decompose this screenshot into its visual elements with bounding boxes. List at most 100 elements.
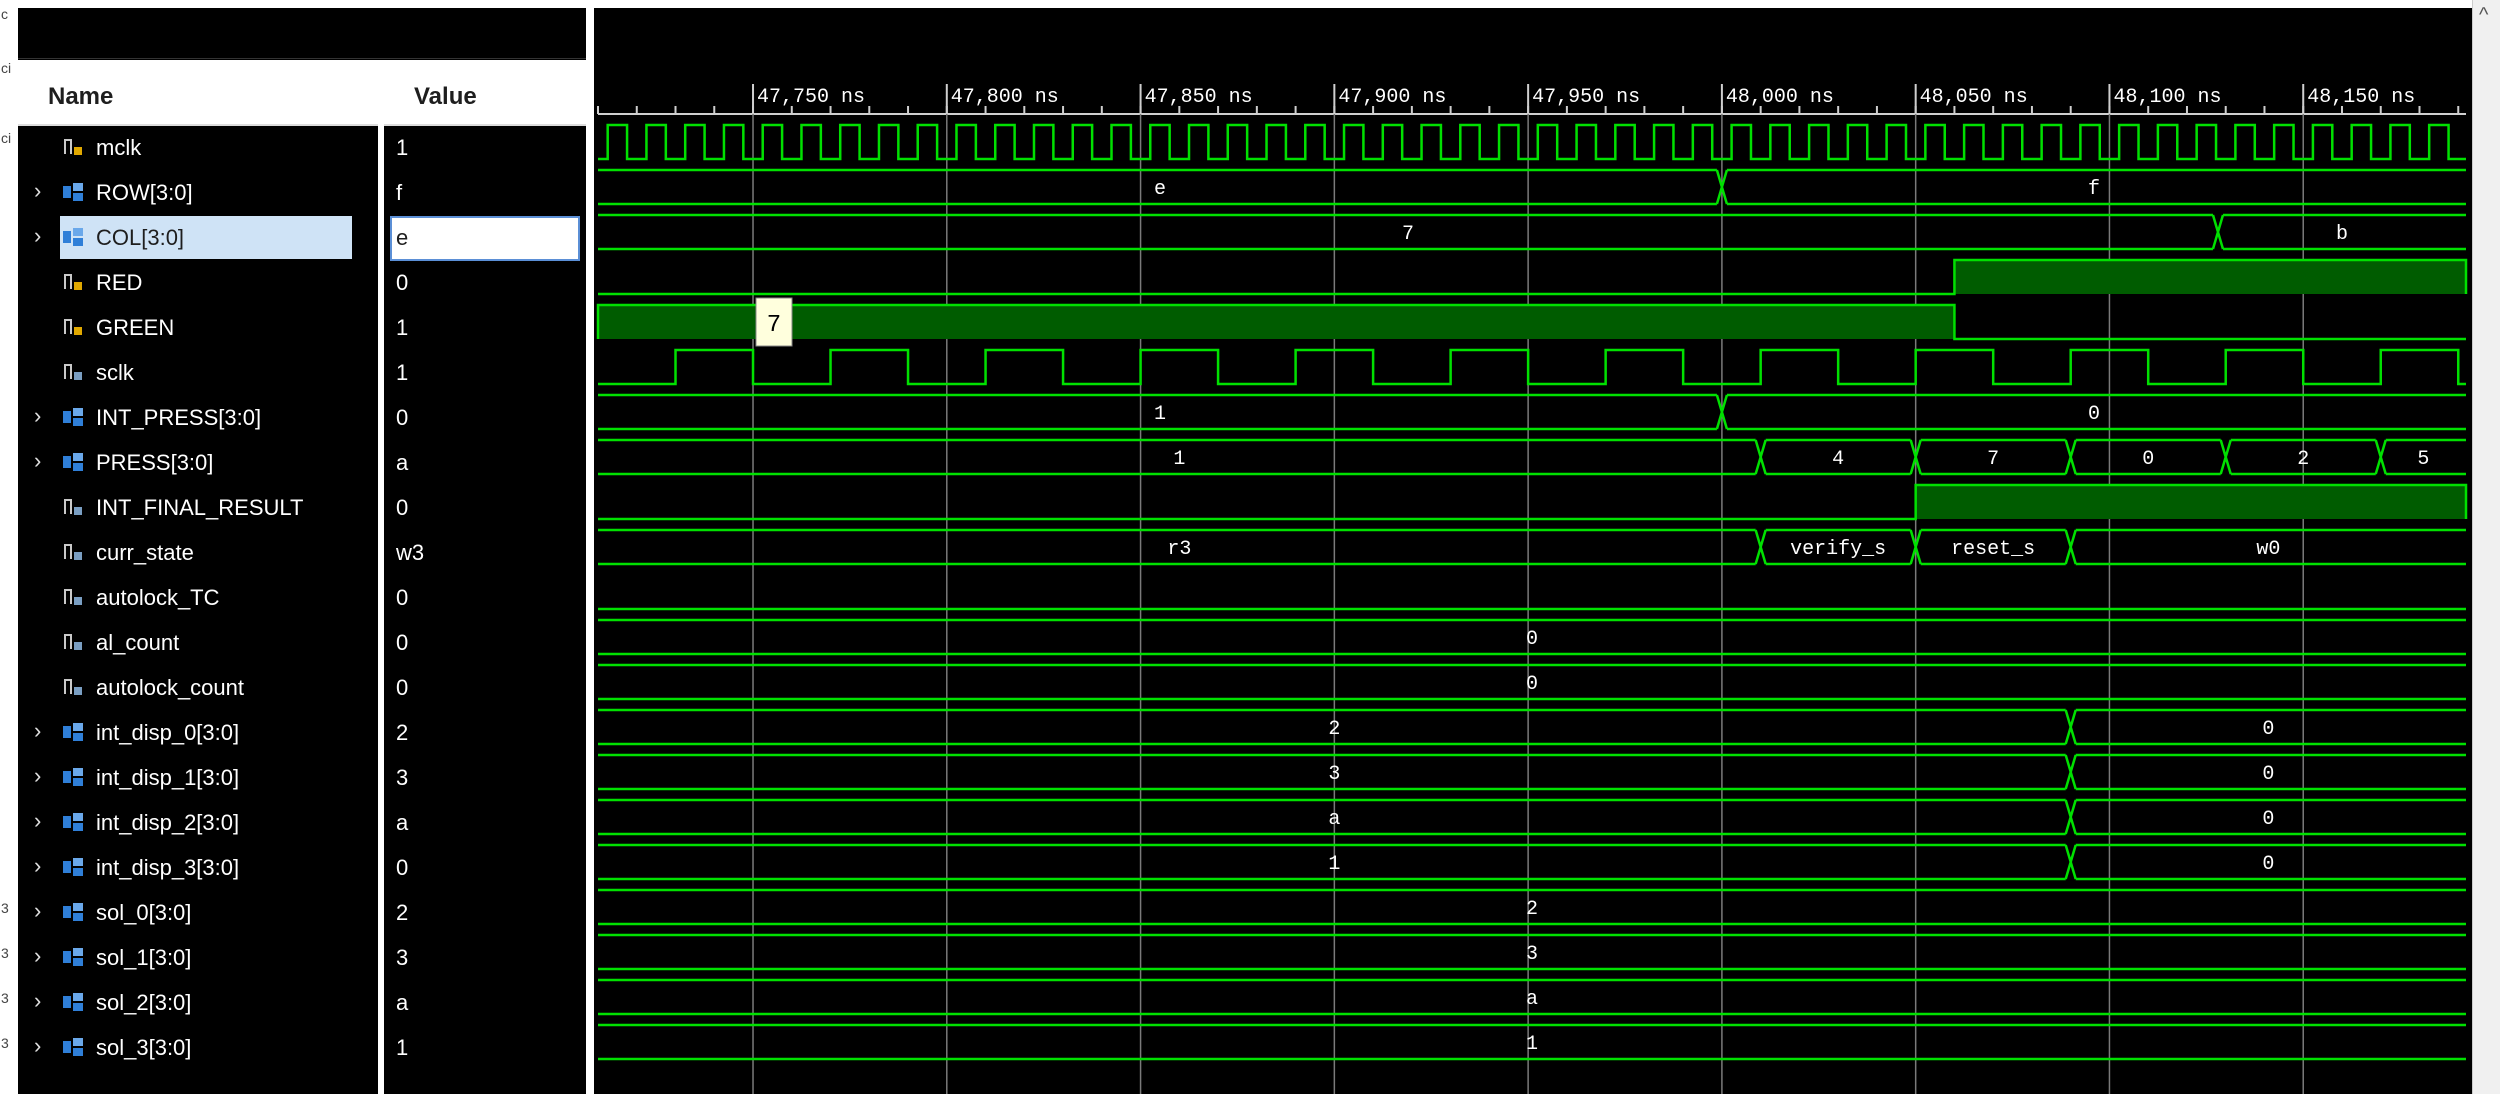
signal-row[interactable]: › int_disp_2[3:0] a [18,800,586,845]
signal-row[interactable]: GREEN 1 [18,305,586,350]
signal-name[interactable]: int_disp_2[3:0] [96,800,239,845]
expand-chevron-icon[interactable]: › [34,720,52,742]
signal-row[interactable]: autolock_TC 0 [18,575,586,620]
signal-name[interactable]: sol_2[3:0] [96,980,191,1025]
signal-value: 1 [396,315,409,340]
bus-value-label: 1 [1328,853,1340,876]
bus-transition [2064,439,2077,475]
waveform-panel[interactable]: 47,750 ns 47,800 ns 47,850 ns 47,900 ns 47,9… [594,8,2472,1094]
bus-value-label: 0 [2262,853,2274,876]
signal-row[interactable]: al_count 0 [18,620,586,665]
timeline-label: 47,850 ns [1145,86,1253,109]
signal-value: a [396,810,409,835]
signal-value: 2 [396,720,409,745]
bus-value-label: r3 [1167,538,1191,561]
left-edge-glyph: c [1,6,8,22]
signal-row[interactable]: › int_disp_3[3:0] 0 [18,845,586,890]
signal-name[interactable]: ROW[3:0] [96,170,193,215]
clock-waveform [598,348,2466,386]
bus-value-label: a [1526,988,1538,1011]
signal-name[interactable]: mclk [96,125,141,170]
signal-value: w3 [396,540,425,565]
bus-transition [2064,844,2077,880]
signal-name[interactable]: int_disp_1[3:0] [96,755,239,800]
expand-chevron-icon[interactable]: › [34,855,52,877]
signal-row[interactable]: autolock_count 0 [18,665,586,710]
signal-row[interactable]: › COL[3:0] e [18,215,586,261]
expand-chevron-icon[interactable]: › [34,810,52,832]
signal-name[interactable]: COL[3:0] [96,215,184,260]
bus-value-label: 4 [1832,448,1844,471]
signal-row[interactable]: › sol_0[3:0] 2 [18,890,586,935]
left-edge-glyph: ci [1,60,12,76]
signal-value: 0 [396,270,409,295]
signal-name[interactable]: GREEN [96,305,174,350]
signal-row[interactable]: › sol_3[3:0] 1 [18,1025,586,1070]
left-edge-glyph: 3 [1,900,9,916]
signal-name[interactable]: INT_FINAL_RESULT [96,485,303,530]
signal-name[interactable]: PRESS[3:0] [96,440,213,485]
signal-name[interactable]: sol_0[3:0] [96,890,191,935]
signal-value: 1 [396,1035,409,1060]
signal-name[interactable]: autolock_count [96,665,244,710]
bus-transition [1754,439,1767,475]
waveform-canvas[interactable]: 47,750 ns 47,800 ns 47,850 ns 47,900 ns 47,9… [594,8,2472,1094]
expand-chevron-icon[interactable]: › [34,405,52,427]
left-edge-glyph: 3 [1,1035,9,1051]
timeline-label: 47,750 ns [757,86,865,109]
expand-chevron-icon[interactable]: › [34,900,52,922]
bus-value-label: f [2088,178,2100,201]
signal-value: 0 [396,405,409,430]
signal-row[interactable]: › sol_2[3:0] a [18,980,586,1025]
bus-value-label: verify_s [1790,538,1886,561]
left-window-strip: c ci ci 3 3 3 3 [0,0,18,1094]
signal-row[interactable]: sclk 1 [18,350,586,395]
signal-icon [62,496,84,518]
signal-row[interactable]: mclk 1 [18,125,586,170]
signal-name[interactable]: sol_1[3:0] [96,935,191,980]
signal-row[interactable]: › PRESS[3:0] a [18,440,586,485]
panel-splitter[interactable] [586,0,594,1094]
bus-value-label: 5 [2417,448,2429,471]
signal-name[interactable]: RED [96,260,142,305]
expand-chevron-icon[interactable]: › [34,450,52,472]
signal-row[interactable]: › sol_1[3:0] 3 [18,935,586,980]
signal-row[interactable]: curr_state w3 [18,530,586,575]
signal-row[interactable]: INT_FINAL_RESULT 0 [18,485,586,530]
value-column-header[interactable]: Value [384,60,586,124]
signal-name[interactable]: autolock_TC [96,575,220,620]
signal-row[interactable]: › ROW[3:0] f [18,170,586,215]
scroll-up-icon[interactable]: ^ [2479,4,2488,27]
expand-chevron-icon[interactable]: › [34,765,52,787]
names-header: Name Value [18,60,586,126]
signal-name[interactable]: INT_PRESS[3:0] [96,395,261,440]
signal-row[interactable]: › int_disp_1[3:0] 3 [18,755,586,800]
signal-name[interactable]: sclk [96,350,134,395]
bus-value-label: 3 [1526,943,1538,966]
signal-row[interactable]: RED 0 [18,260,586,305]
vertical-scrollbar[interactable]: ^ [2472,0,2500,1094]
signal-name[interactable]: al_count [96,620,179,665]
signal-row[interactable]: › int_disp_0[3:0] 2 [18,710,586,755]
signal-name[interactable]: int_disp_3[3:0] [96,845,239,890]
signal-name[interactable]: int_disp_0[3:0] [96,710,239,755]
expand-chevron-icon[interactable]: › [34,945,52,967]
bus-value-label: 2 [1328,718,1340,741]
expand-chevron-icon[interactable]: › [34,1035,52,1057]
bus-icon [62,181,84,203]
expand-chevron-icon[interactable]: › [34,180,52,202]
bus-icon [62,901,84,923]
expand-chevron-icon[interactable]: › [34,990,52,1012]
bus-value-label: 1 [1154,403,1166,426]
timeline-label: 48,000 ns [1726,86,1834,109]
signal-name[interactable]: sol_3[3:0] [96,1025,191,1070]
bus-transition [1754,529,1767,565]
signal-name[interactable]: curr_state [96,530,194,575]
signal-value: 0 [396,675,409,700]
timeline-label: 48,100 ns [2113,86,2221,109]
signal-row[interactable]: › INT_PRESS[3:0] 0 [18,395,586,440]
bus-icon [62,1036,84,1058]
expand-chevron-icon[interactable]: › [34,225,52,247]
name-column-header[interactable]: Name [18,60,378,124]
signal-value: 0 [396,495,409,520]
